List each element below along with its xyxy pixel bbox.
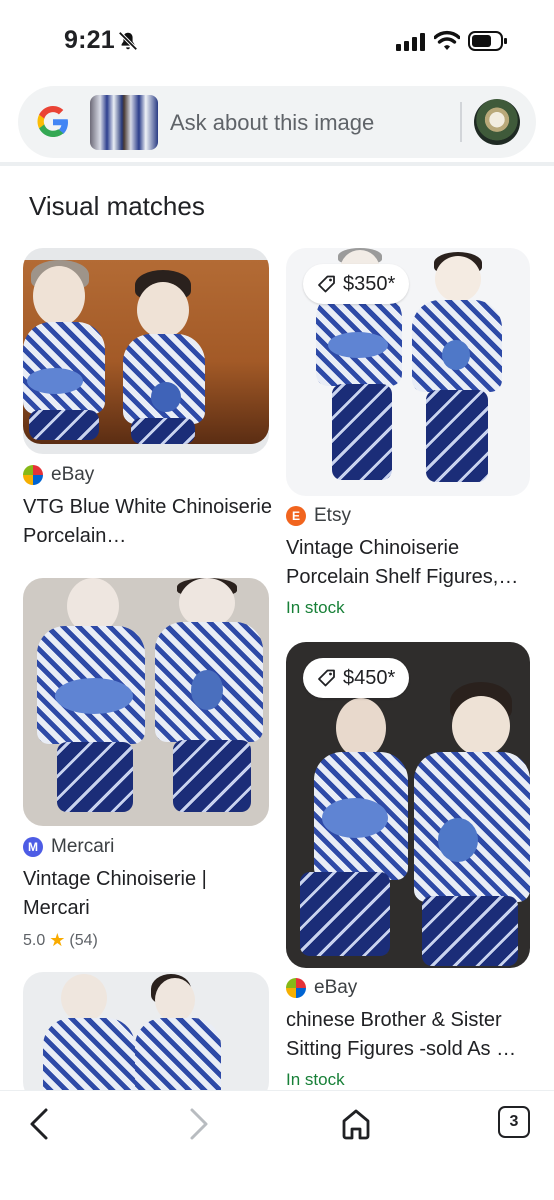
rating: 5.0 ★ (54) [23, 930, 98, 951]
bell-off-icon [118, 31, 138, 51]
source-label: Etsy [314, 505, 351, 526]
avatar[interactable] [474, 99, 520, 145]
status-bar: 9:21 [0, 0, 554, 80]
result-source-3[interactable]: M Mercari [23, 836, 114, 858]
tabs-button[interactable]: 3 [498, 1106, 530, 1138]
back-icon[interactable] [26, 1107, 54, 1141]
search-divider [460, 102, 462, 142]
result-title-1[interactable]: VTG Blue White Chinoiserie Porcelain… [23, 493, 273, 551]
status-time: 9:21 [64, 26, 115, 54]
bottom-nav: 3 [0, 1090, 554, 1200]
battery-icon [468, 31, 507, 51]
search-input[interactable]: Ask about this image [170, 110, 374, 136]
price-label: $450* [343, 666, 396, 689]
star-icon: ★ [49, 930, 66, 950]
rating-value: 5.0 [23, 931, 46, 949]
result-source-4[interactable]: eBay [286, 977, 357, 999]
result-source-2[interactable]: E Etsy [286, 505, 351, 527]
divider [0, 162, 554, 166]
source-label: eBay [314, 977, 358, 998]
result-title-4[interactable]: chinese Brother & Sister Sitting Figures… [286, 1006, 536, 1064]
search-bar[interactable]: Ask about this image [18, 86, 536, 158]
result-source-1[interactable]: eBay [23, 464, 94, 486]
price-tag-icon [318, 275, 335, 293]
signal-icon [396, 33, 425, 51]
mercari-logo-icon: M [23, 837, 43, 857]
result-image-5[interactable] [23, 972, 269, 1102]
source-label: eBay [51, 464, 95, 485]
stock-status: In stock [286, 1070, 345, 1089]
review-count: (54) [69, 931, 98, 949]
price-tag[interactable]: $350* [303, 264, 410, 304]
price-label: $350* [343, 272, 396, 295]
wifi-icon [434, 30, 460, 50]
google-logo-icon[interactable] [35, 104, 71, 140]
result-title-3[interactable]: Vintage Chinoiserie | Mercari [23, 865, 273, 923]
forward-icon[interactable] [184, 1107, 212, 1141]
stock-status: In stock [286, 598, 345, 617]
result-image-1[interactable] [23, 248, 269, 454]
ebay-logo-icon [286, 978, 306, 998]
section-title: Visual matches [29, 191, 205, 221]
result-image-3[interactable] [23, 578, 269, 826]
query-image-thumbnail[interactable] [90, 95, 158, 150]
price-tag[interactable]: $450* [303, 658, 410, 698]
result-title-2[interactable]: Vintage Chinoiserie Porcelain Shelf Figu… [286, 534, 536, 592]
home-icon[interactable] [339, 1107, 373, 1141]
price-tag-icon [318, 669, 335, 687]
ebay-logo-icon [23, 465, 43, 485]
source-label: Mercari [51, 836, 115, 857]
etsy-logo-icon: E [286, 506, 306, 526]
